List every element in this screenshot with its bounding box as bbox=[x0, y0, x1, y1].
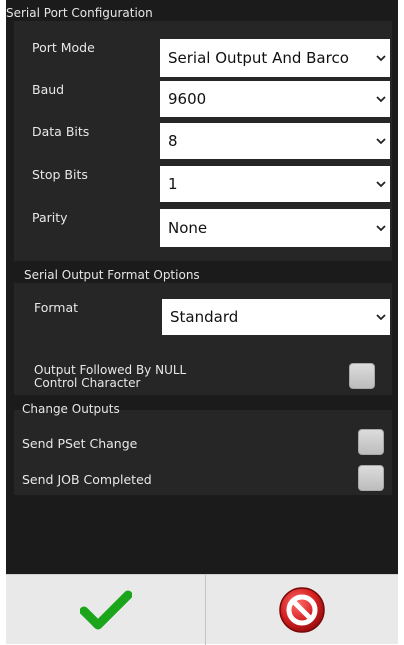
pset-change-label: Send PSet Change bbox=[22, 436, 138, 451]
baud-label: Baud bbox=[32, 82, 65, 97]
chevron-down-icon bbox=[372, 166, 390, 202]
format-value: Standard bbox=[170, 308, 239, 326]
chevron-down-icon bbox=[372, 209, 390, 247]
port-mode-value: Serial Output And Barco bbox=[168, 49, 349, 67]
job-completed-label: Send JOB Completed bbox=[22, 472, 152, 487]
baud-value: 9600 bbox=[168, 90, 207, 108]
footer-bar bbox=[6, 574, 398, 645]
null-char-label: Output Followed By NULL Control Characte… bbox=[34, 364, 186, 390]
chevron-down-icon bbox=[372, 39, 390, 77]
baud-select[interactable]: 9600 bbox=[160, 81, 390, 117]
parity-value: None bbox=[168, 219, 208, 237]
parity-select[interactable]: None bbox=[160, 209, 390, 247]
port-mode-select[interactable]: Serial Output And Barco bbox=[160, 39, 390, 77]
chevron-down-icon bbox=[372, 81, 390, 117]
format-label: Format bbox=[34, 300, 79, 315]
pset-change-checkbox[interactable] bbox=[358, 429, 384, 455]
chevron-down-icon bbox=[372, 123, 390, 159]
data-bits-value: 8 bbox=[168, 132, 178, 150]
job-completed-checkbox[interactable] bbox=[358, 465, 384, 491]
stop-bits-value: 1 bbox=[168, 175, 178, 193]
settings-panel: Serial Port Configuration Port Mode Seri… bbox=[6, 0, 398, 574]
null-char-label-line2: Control Character bbox=[34, 376, 141, 390]
chevron-down-icon bbox=[372, 299, 390, 335]
parity-label: Parity bbox=[32, 210, 68, 225]
format-select[interactable]: Standard bbox=[162, 299, 390, 335]
stop-bits-select[interactable]: 1 bbox=[160, 166, 390, 202]
serial-port-group-title: Serial Port Configuration bbox=[6, 6, 157, 20]
data-bits-label: Data Bits bbox=[32, 124, 90, 139]
change-outputs-group-title: Change Outputs bbox=[22, 402, 120, 416]
stop-bits-label: Stop Bits bbox=[32, 167, 88, 182]
null-char-checkbox[interactable] bbox=[349, 363, 375, 389]
no-entry-icon bbox=[279, 587, 325, 633]
output-format-group-title: Serial Output Format Options bbox=[22, 268, 204, 282]
port-mode-label: Port Mode bbox=[32, 40, 95, 55]
checkmark-icon bbox=[79, 590, 132, 630]
cancel-button[interactable] bbox=[206, 575, 398, 645]
ok-button[interactable] bbox=[6, 575, 205, 645]
data-bits-select[interactable]: 8 bbox=[160, 123, 390, 159]
